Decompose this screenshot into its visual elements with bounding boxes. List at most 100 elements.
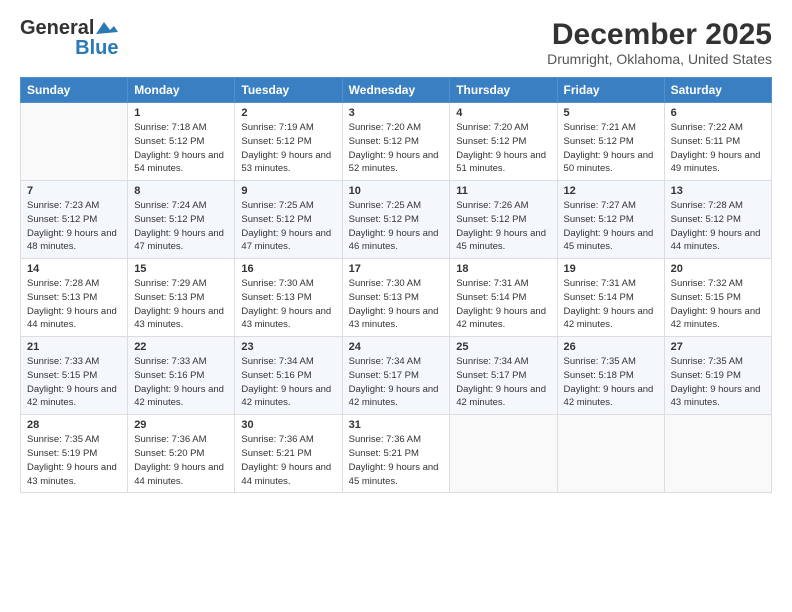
day-number: 19 bbox=[564, 263, 658, 275]
day-info: Sunrise: 7:20 AM Sunset: 5:12 PM Dayligh… bbox=[456, 121, 550, 176]
day-number: 1 bbox=[134, 107, 228, 119]
calendar-cell bbox=[450, 415, 557, 493]
day-info: Sunrise: 7:25 AM Sunset: 5:12 PM Dayligh… bbox=[241, 199, 335, 254]
day-number: 20 bbox=[671, 263, 765, 275]
day-info: Sunrise: 7:27 AM Sunset: 5:12 PM Dayligh… bbox=[564, 199, 658, 254]
calendar-cell: 7 Sunrise: 7:23 AM Sunset: 5:12 PM Daylig… bbox=[21, 181, 128, 259]
calendar-cell: 29 Sunrise: 7:36 AM Sunset: 5:20 PM Dayli… bbox=[128, 415, 235, 493]
day-number: 5 bbox=[564, 107, 658, 119]
calendar-week-2: 7 Sunrise: 7:23 AM Sunset: 5:12 PM Daylig… bbox=[21, 181, 772, 259]
calendar-cell: 18 Sunrise: 7:31 AM Sunset: 5:14 PM Dayli… bbox=[450, 259, 557, 337]
day-number: 11 bbox=[456, 185, 550, 197]
calendar-cell: 17Sunrise: 7:30 AM Sunset: 5:13 PM Dayli… bbox=[342, 259, 450, 337]
logo-general-text: General bbox=[20, 18, 94, 38]
calendar-week-5: 28Sunrise: 7:35 AM Sunset: 5:19 PM Dayli… bbox=[21, 415, 772, 493]
page: General Blue December 2025 Drumright, Ok… bbox=[0, 0, 792, 612]
calendar-cell: 5Sunrise: 7:21 AM Sunset: 5:12 PM Daylig… bbox=[557, 103, 664, 181]
calendar-cell: 9Sunrise: 7:25 AM Sunset: 5:12 PM Daylig… bbox=[235, 181, 342, 259]
day-info: Sunrise: 7:29 AM Sunset: 5:13 PM Dayligh… bbox=[134, 277, 228, 332]
logo-blue-text: Blue bbox=[75, 38, 118, 58]
calendar-cell: 4 Sunrise: 7:20 AM Sunset: 5:12 PM Daylig… bbox=[450, 103, 557, 181]
day-info: Sunrise: 7:18 AM Sunset: 5:12 PM Dayligh… bbox=[134, 121, 228, 176]
calendar-week-3: 14Sunrise: 7:28 AM Sunset: 5:13 PM Dayli… bbox=[21, 259, 772, 337]
day-info: Sunrise: 7:35 AM Sunset: 5:18 PM Dayligh… bbox=[564, 355, 658, 410]
col-tuesday: Tuesday bbox=[235, 78, 342, 103]
calendar-cell: 20 Sunrise: 7:32 AM Sunset: 5:15 PM Dayli… bbox=[664, 259, 771, 337]
day-info: Sunrise: 7:33 AM Sunset: 5:16 PM Dayligh… bbox=[134, 355, 228, 410]
calendar-cell: 11 Sunrise: 7:26 AM Sunset: 5:12 PM Dayli… bbox=[450, 181, 557, 259]
day-number: 27 bbox=[671, 341, 765, 353]
calendar-cell: 6 Sunrise: 7:22 AM Sunset: 5:11 PM Daylig… bbox=[664, 103, 771, 181]
page-title: December 2025 bbox=[547, 18, 772, 51]
day-number: 3 bbox=[349, 107, 444, 119]
calendar-cell: 24Sunrise: 7:34 AM Sunset: 5:17 PM Dayli… bbox=[342, 337, 450, 415]
calendar-week-4: 21 Sunrise: 7:33 AM Sunset: 5:15 PM Dayli… bbox=[21, 337, 772, 415]
calendar-cell: 2 Sunrise: 7:19 AM Sunset: 5:12 PM Daylig… bbox=[235, 103, 342, 181]
day-info: Sunrise: 7:35 AM Sunset: 5:19 PM Dayligh… bbox=[671, 355, 765, 410]
calendar-cell: 26Sunrise: 7:35 AM Sunset: 5:18 PM Dayli… bbox=[557, 337, 664, 415]
day-info: Sunrise: 7:36 AM Sunset: 5:20 PM Dayligh… bbox=[134, 433, 228, 488]
day-info: Sunrise: 7:34 AM Sunset: 5:17 PM Dayligh… bbox=[456, 355, 550, 410]
calendar-cell: 10Sunrise: 7:25 AM Sunset: 5:12 PM Dayli… bbox=[342, 181, 450, 259]
day-info: Sunrise: 7:28 AM Sunset: 5:12 PM Dayligh… bbox=[671, 199, 765, 254]
day-number: 30 bbox=[241, 419, 335, 431]
calendar-table: Sunday Monday Tuesday Wednesday Thursday… bbox=[20, 77, 772, 493]
calendar-cell bbox=[557, 415, 664, 493]
day-info: Sunrise: 7:19 AM Sunset: 5:12 PM Dayligh… bbox=[241, 121, 335, 176]
calendar-cell: 14Sunrise: 7:28 AM Sunset: 5:13 PM Dayli… bbox=[21, 259, 128, 337]
day-number: 15 bbox=[134, 263, 228, 275]
day-number: 31 bbox=[349, 419, 444, 431]
day-info: Sunrise: 7:36 AM Sunset: 5:21 PM Dayligh… bbox=[241, 433, 335, 488]
day-info: Sunrise: 7:34 AM Sunset: 5:17 PM Dayligh… bbox=[349, 355, 444, 410]
day-number: 2 bbox=[241, 107, 335, 119]
calendar-cell: 27 Sunrise: 7:35 AM Sunset: 5:19 PM Dayli… bbox=[664, 337, 771, 415]
day-info: Sunrise: 7:20 AM Sunset: 5:12 PM Dayligh… bbox=[349, 121, 444, 176]
day-info: Sunrise: 7:24 AM Sunset: 5:12 PM Dayligh… bbox=[134, 199, 228, 254]
day-info: Sunrise: 7:32 AM Sunset: 5:15 PM Dayligh… bbox=[671, 277, 765, 332]
col-thursday: Thursday bbox=[450, 78, 557, 103]
calendar-cell: 22Sunrise: 7:33 AM Sunset: 5:16 PM Dayli… bbox=[128, 337, 235, 415]
logo: General Blue bbox=[20, 18, 118, 58]
col-friday: Friday bbox=[557, 78, 664, 103]
day-info: Sunrise: 7:23 AM Sunset: 5:12 PM Dayligh… bbox=[27, 199, 121, 254]
day-number: 25 bbox=[456, 341, 550, 353]
day-number: 16 bbox=[241, 263, 335, 275]
day-number: 6 bbox=[671, 107, 765, 119]
calendar-cell: 31 Sunrise: 7:36 AM Sunset: 5:21 PM Dayli… bbox=[342, 415, 450, 493]
day-info: Sunrise: 7:30 AM Sunset: 5:13 PM Dayligh… bbox=[241, 277, 335, 332]
calendar-header-row: Sunday Monday Tuesday Wednesday Thursday… bbox=[21, 78, 772, 103]
day-number: 7 bbox=[27, 185, 121, 197]
col-sunday: Sunday bbox=[21, 78, 128, 103]
day-number: 29 bbox=[134, 419, 228, 431]
day-info: Sunrise: 7:36 AM Sunset: 5:21 PM Dayligh… bbox=[349, 433, 444, 488]
day-number: 14 bbox=[27, 263, 121, 275]
calendar-cell: 12Sunrise: 7:27 AM Sunset: 5:12 PM Dayli… bbox=[557, 181, 664, 259]
day-number: 8 bbox=[134, 185, 228, 197]
calendar-cell bbox=[664, 415, 771, 493]
day-number: 18 bbox=[456, 263, 550, 275]
calendar-cell: 28Sunrise: 7:35 AM Sunset: 5:19 PM Dayli… bbox=[21, 415, 128, 493]
day-number: 4 bbox=[456, 107, 550, 119]
day-info: Sunrise: 7:35 AM Sunset: 5:19 PM Dayligh… bbox=[27, 433, 121, 488]
header: General Blue December 2025 Drumright, Ok… bbox=[20, 18, 772, 67]
day-info: Sunrise: 7:22 AM Sunset: 5:11 PM Dayligh… bbox=[671, 121, 765, 176]
day-info: Sunrise: 7:26 AM Sunset: 5:12 PM Dayligh… bbox=[456, 199, 550, 254]
calendar-cell bbox=[21, 103, 128, 181]
col-monday: Monday bbox=[128, 78, 235, 103]
calendar-cell: 19Sunrise: 7:31 AM Sunset: 5:14 PM Dayli… bbox=[557, 259, 664, 337]
calendar-week-1: 1 Sunrise: 7:18 AM Sunset: 5:12 PM Daylig… bbox=[21, 103, 772, 181]
day-number: 23 bbox=[241, 341, 335, 353]
calendar-cell: 23 Sunrise: 7:34 AM Sunset: 5:16 PM Dayli… bbox=[235, 337, 342, 415]
day-info: Sunrise: 7:33 AM Sunset: 5:15 PM Dayligh… bbox=[27, 355, 121, 410]
calendar-cell: 13Sunrise: 7:28 AM Sunset: 5:12 PM Dayli… bbox=[664, 181, 771, 259]
day-number: 17 bbox=[349, 263, 444, 275]
day-info: Sunrise: 7:31 AM Sunset: 5:14 PM Dayligh… bbox=[456, 277, 550, 332]
col-saturday: Saturday bbox=[664, 78, 771, 103]
calendar-cell: 3 Sunrise: 7:20 AM Sunset: 5:12 PM Daylig… bbox=[342, 103, 450, 181]
calendar-cell: 15 Sunrise: 7:29 AM Sunset: 5:13 PM Dayli… bbox=[128, 259, 235, 337]
day-info: Sunrise: 7:34 AM Sunset: 5:16 PM Dayligh… bbox=[241, 355, 335, 410]
title-block: December 2025 Drumright, Oklahoma, Unite… bbox=[547, 18, 772, 67]
calendar-cell: 25 Sunrise: 7:34 AM Sunset: 5:17 PM Dayli… bbox=[450, 337, 557, 415]
day-number: 21 bbox=[27, 341, 121, 353]
day-number: 10 bbox=[349, 185, 444, 197]
